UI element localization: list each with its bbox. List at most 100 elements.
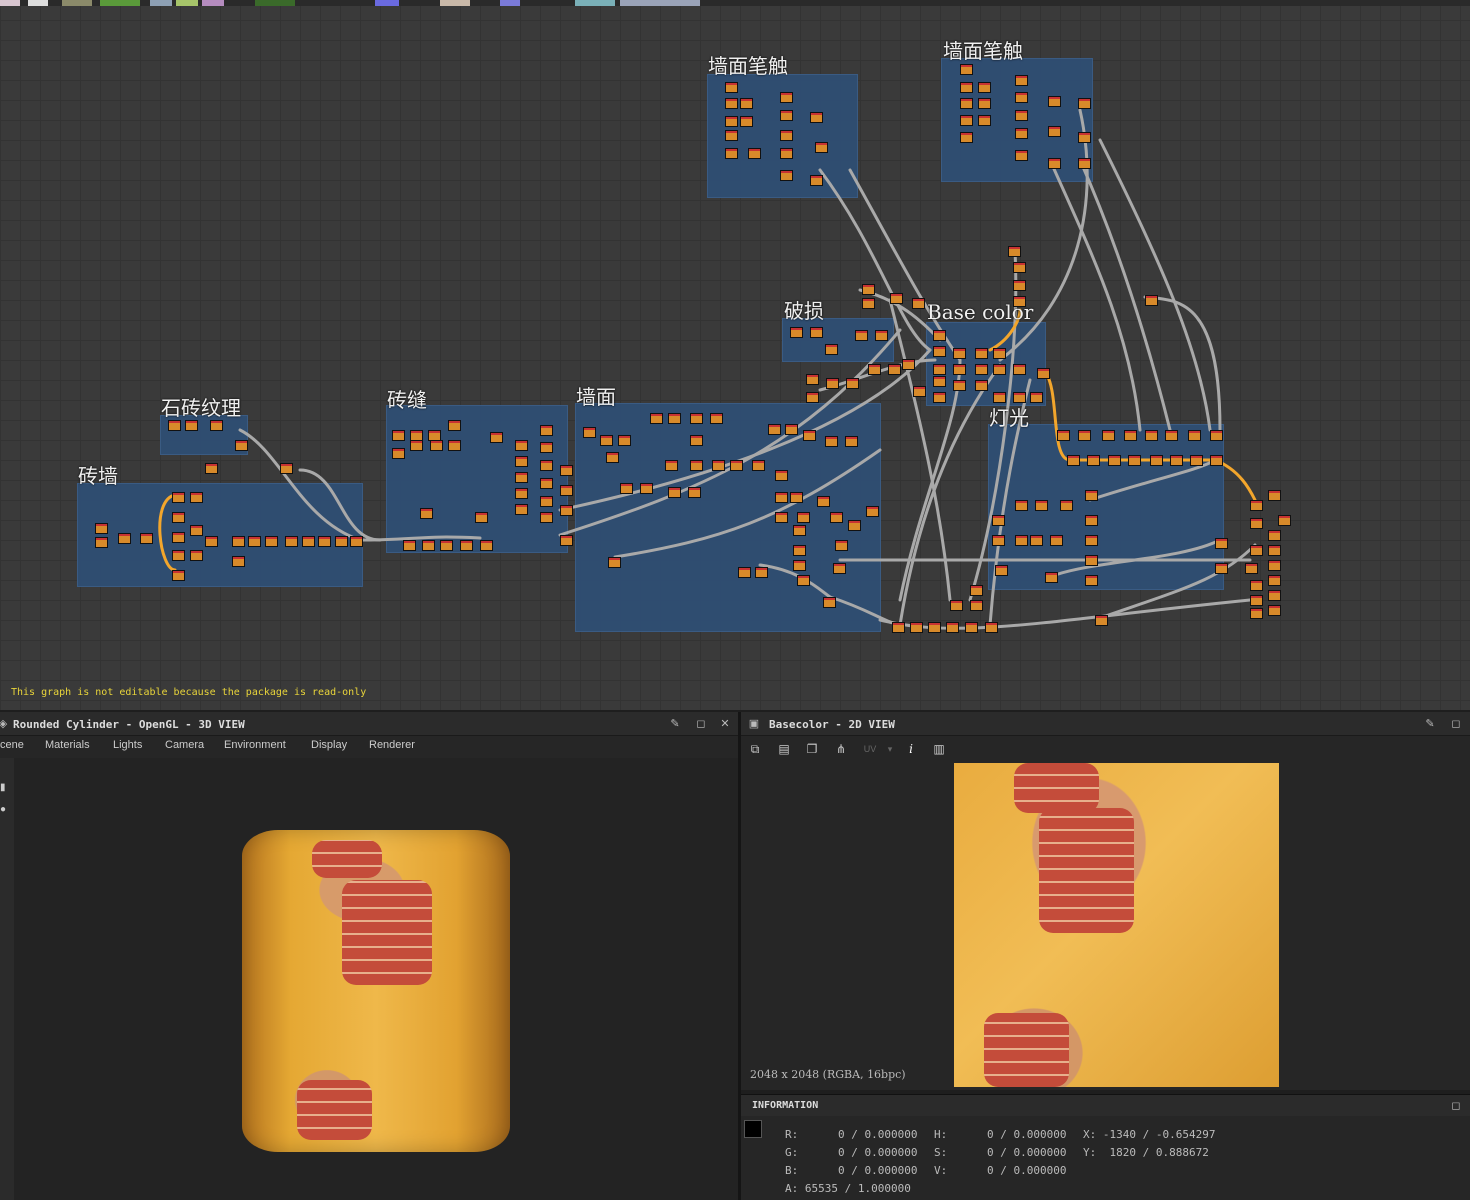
graph-node[interactable] bbox=[1165, 430, 1178, 441]
graph-node[interactable] bbox=[1250, 518, 1263, 529]
graph-node[interactable] bbox=[953, 380, 966, 391]
copy-image-icon[interactable]: ⧉ bbox=[747, 741, 763, 757]
graph-node[interactable] bbox=[978, 115, 991, 126]
graph-node[interactable] bbox=[118, 533, 131, 544]
graph-node[interactable] bbox=[797, 512, 810, 523]
graph-node[interactable] bbox=[335, 536, 348, 547]
graph-node[interactable] bbox=[1015, 500, 1028, 511]
toolbar-swatch[interactable] bbox=[500, 0, 520, 6]
graph-node[interactable] bbox=[235, 440, 248, 451]
graph-node[interactable] bbox=[392, 430, 405, 441]
graph-node[interactable] bbox=[668, 487, 681, 498]
graph-node[interactable] bbox=[232, 536, 245, 547]
menu-scene[interactable]: cene bbox=[0, 739, 24, 751]
graph-node[interactable] bbox=[993, 364, 1006, 375]
graph-node[interactable] bbox=[960, 115, 973, 126]
graph-node[interactable] bbox=[1015, 75, 1028, 86]
toolbar-swatch[interactable] bbox=[0, 0, 20, 6]
export-icon[interactable]: ❐ bbox=[804, 741, 820, 757]
graph-node[interactable] bbox=[1030, 392, 1043, 403]
graph-node[interactable] bbox=[1037, 368, 1050, 379]
graph-node[interactable] bbox=[1085, 515, 1098, 526]
graph-node[interactable] bbox=[1015, 110, 1028, 121]
graph-node[interactable] bbox=[835, 540, 848, 551]
graph-node[interactable] bbox=[1250, 545, 1263, 556]
graph-node[interactable] bbox=[992, 515, 1005, 526]
graph-node[interactable] bbox=[846, 378, 859, 389]
toolbar-swatch[interactable] bbox=[150, 0, 172, 6]
graph-node[interactable] bbox=[205, 463, 218, 474]
uv-dropdown[interactable]: UV bbox=[862, 741, 878, 757]
graph-node[interactable] bbox=[825, 344, 838, 355]
graph-node[interactable] bbox=[560, 465, 573, 476]
graph-node[interactable] bbox=[970, 585, 983, 596]
info-icon[interactable]: i bbox=[903, 741, 919, 757]
graph-node[interactable] bbox=[618, 435, 631, 446]
graph-node[interactable] bbox=[810, 327, 823, 338]
graph-node[interactable] bbox=[785, 424, 798, 435]
graph-node[interactable] bbox=[1015, 150, 1028, 161]
graph-node[interactable] bbox=[1015, 128, 1028, 139]
graph-node[interactable] bbox=[190, 525, 203, 536]
graph-node[interactable] bbox=[265, 536, 278, 547]
view2d-titlebar[interactable]: ▣ Basecolor - 2D VIEW ✎ ◻ bbox=[741, 712, 1470, 736]
graph-node[interactable] bbox=[1250, 580, 1263, 591]
graph-node[interactable] bbox=[172, 492, 185, 503]
graph-node[interactable] bbox=[833, 563, 846, 574]
graph-node[interactable] bbox=[985, 622, 998, 633]
graph-node[interactable] bbox=[480, 540, 493, 551]
graph-node[interactable] bbox=[780, 110, 793, 121]
light-icon[interactable]: ● bbox=[0, 804, 6, 815]
graph-node[interactable] bbox=[725, 82, 738, 93]
graph-node[interactable] bbox=[190, 492, 203, 503]
graph-node[interactable] bbox=[995, 565, 1008, 576]
graph-node[interactable] bbox=[172, 532, 185, 543]
graph-node[interactable] bbox=[285, 536, 298, 547]
graph-node[interactable] bbox=[515, 472, 528, 483]
graph-node[interactable] bbox=[448, 440, 461, 451]
graph-node[interactable] bbox=[540, 425, 553, 436]
graph-node[interactable] bbox=[665, 460, 678, 471]
graph-node[interactable] bbox=[1078, 132, 1091, 143]
graph-node[interactable] bbox=[1108, 455, 1121, 466]
graph-node[interactable] bbox=[793, 560, 806, 571]
graph-node[interactable] bbox=[780, 170, 793, 181]
graph-node[interactable] bbox=[950, 600, 963, 611]
graph-node[interactable] bbox=[1013, 364, 1026, 375]
graph-node[interactable] bbox=[992, 535, 1005, 546]
graph-node[interactable] bbox=[1085, 555, 1098, 566]
menu-display[interactable]: Display bbox=[311, 739, 347, 751]
graph-node[interactable] bbox=[725, 98, 738, 109]
graph-node[interactable] bbox=[803, 430, 816, 441]
graph-node[interactable] bbox=[1188, 430, 1201, 441]
graph-node[interactable] bbox=[1008, 246, 1021, 257]
graph-node[interactable] bbox=[185, 420, 198, 431]
graph-node[interactable] bbox=[910, 622, 923, 633]
graph-node[interactable] bbox=[817, 496, 830, 507]
graph-node[interactable] bbox=[620, 483, 633, 494]
graph-node[interactable] bbox=[410, 440, 423, 451]
graph-node[interactable] bbox=[1210, 430, 1223, 441]
graph-node[interactable] bbox=[806, 392, 819, 403]
graph-node[interactable] bbox=[1085, 575, 1098, 586]
toolbar-swatch[interactable] bbox=[375, 0, 399, 6]
graph-node[interactable] bbox=[740, 116, 753, 127]
graph-node[interactable] bbox=[430, 440, 443, 451]
graph-node[interactable] bbox=[540, 512, 553, 523]
toolbar-swatch[interactable] bbox=[575, 0, 615, 6]
graph-node[interactable] bbox=[1085, 490, 1098, 501]
graph-node[interactable] bbox=[172, 512, 185, 523]
graph-node[interactable] bbox=[826, 378, 839, 389]
graph-node[interactable] bbox=[730, 460, 743, 471]
graph-node[interactable] bbox=[140, 533, 153, 544]
graph-node[interactable] bbox=[780, 92, 793, 103]
graph-node[interactable] bbox=[946, 622, 959, 633]
graph-node[interactable] bbox=[793, 545, 806, 556]
graph-node[interactable] bbox=[912, 298, 925, 309]
graph-node[interactable] bbox=[1128, 455, 1141, 466]
graph-node[interactable] bbox=[1085, 535, 1098, 546]
graph-node[interactable] bbox=[392, 448, 405, 459]
graph-node[interactable] bbox=[775, 512, 788, 523]
toolbar-swatch[interactable] bbox=[440, 0, 470, 6]
graph-node[interactable] bbox=[738, 567, 751, 578]
